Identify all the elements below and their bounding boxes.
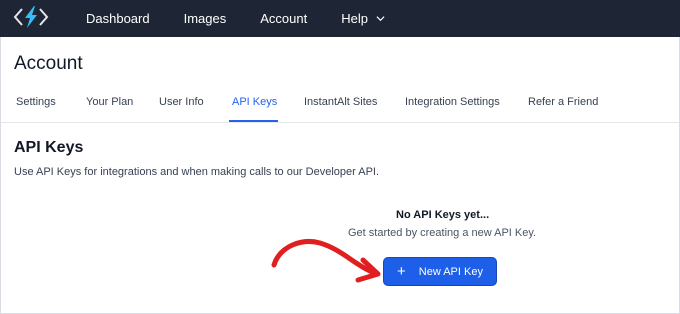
tab-api-keys[interactable]: API Keys — [232, 96, 277, 108]
nav-images-label: Images — [183, 11, 227, 26]
nav-dashboard[interactable]: Dashboard — [86, 11, 150, 26]
tabs-divider — [1, 122, 679, 123]
nav-account-label: Account — [260, 11, 308, 26]
tab-refer-a-friend[interactable]: Refer a Friend — [528, 96, 598, 108]
nav-dashboard-label: Dashboard — [86, 11, 150, 26]
red-arrow-annotation-icon — [271, 239, 381, 283]
plus-icon: + — [397, 263, 406, 280]
tab-instantalt-sites[interactable]: InstantAlt Sites — [304, 96, 377, 108]
nav-account[interactable]: Account — [260, 11, 307, 26]
new-api-key-button[interactable]: + New API Key — [383, 257, 497, 286]
logo-icon[interactable] — [13, 3, 49, 31]
tab-your-plan[interactable]: Your Plan — [86, 96, 133, 108]
empty-state-title: No API Keys yet... — [396, 209, 490, 221]
chevron-down-icon — [376, 16, 385, 22]
nav-help-label: Help — [341, 11, 368, 26]
new-api-key-label: New API Key — [418, 265, 483, 278]
account-tabs: Settings Your Plan User Info API Keys In… — [0, 92, 680, 122]
section-title: API Keys — [14, 139, 84, 156]
tab-integration-settings[interactable]: Integration Settings — [405, 96, 500, 108]
page-title: Account — [14, 53, 83, 74]
nav-help[interactable]: Help — [341, 11, 385, 26]
section-description: Use API Keys for integrations and when m… — [14, 166, 380, 178]
top-navbar: Dashboard Images Account Help — [0, 0, 680, 37]
tab-settings[interactable]: Settings — [16, 96, 56, 108]
nav-images[interactable]: Images — [184, 11, 227, 26]
main-nav: Dashboard Images Account Help — [86, 0, 419, 37]
tab-user-info[interactable]: User Info — [159, 96, 204, 108]
